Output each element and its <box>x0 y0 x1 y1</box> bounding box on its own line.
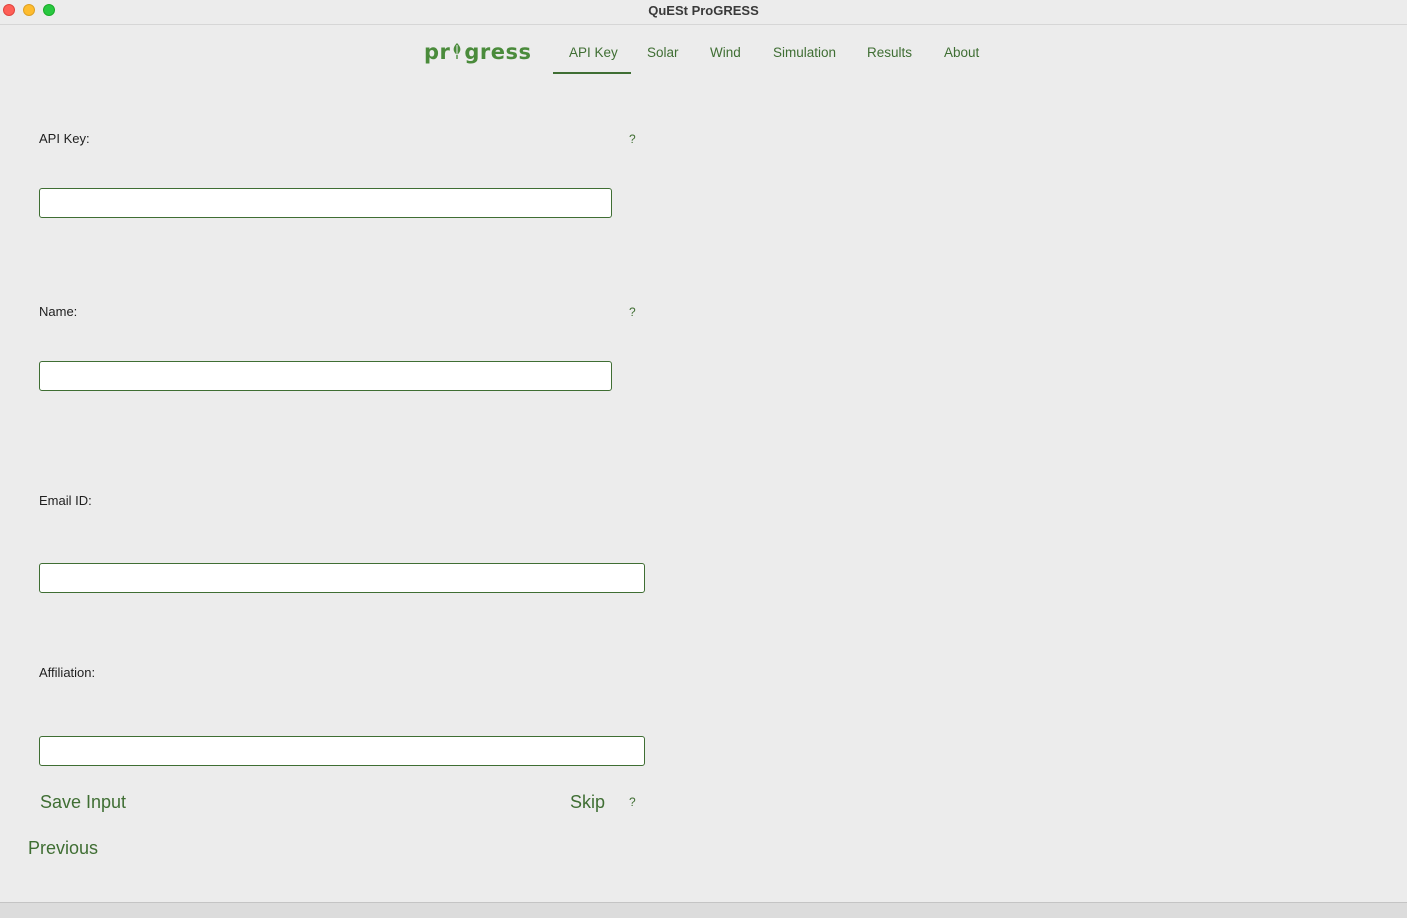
name-help-icon[interactable]: ? <box>629 305 636 319</box>
logo-text-end: gress <box>464 40 532 64</box>
affiliation-input[interactable] <box>39 736 645 766</box>
bottom-bar <box>0 902 1407 918</box>
api-key-input[interactable] <box>39 188 612 218</box>
app-window: QuESt ProGRESS pr gress API Key Solar Wi… <box>0 0 1407 918</box>
email-label: Email ID: <box>39 493 92 508</box>
tab-simulation[interactable]: Simulation <box>773 44 836 62</box>
title-bar[interactable]: QuESt ProGRESS <box>0 0 1407 25</box>
save-input-button[interactable]: Save Input <box>40 791 126 813</box>
skip-button[interactable]: Skip <box>570 791 605 813</box>
affiliation-label: Affiliation: <box>39 665 96 680</box>
api-key-label: API Key: <box>39 131 90 146</box>
tab-api-key[interactable]: API Key <box>569 44 618 62</box>
tab-solar[interactable]: Solar <box>647 44 679 62</box>
name-input[interactable] <box>39 361 612 391</box>
api-key-help-icon[interactable]: ? <box>629 132 636 146</box>
logo-text-start: pr <box>424 40 451 64</box>
leaf-icon <box>454 43 461 59</box>
previous-button[interactable]: Previous <box>28 837 98 859</box>
email-input[interactable] <box>39 563 645 593</box>
window-title: QuESt ProGRESS <box>648 3 759 18</box>
actions-help-icon[interactable]: ? <box>629 795 636 809</box>
tab-results[interactable]: Results <box>867 44 912 62</box>
active-tab-indicator <box>553 72 631 74</box>
progress-logo: pr gress <box>424 38 532 66</box>
name-label: Name: <box>39 304 78 319</box>
tab-wind[interactable]: Wind <box>710 44 741 62</box>
tab-about[interactable]: About <box>944 44 979 62</box>
